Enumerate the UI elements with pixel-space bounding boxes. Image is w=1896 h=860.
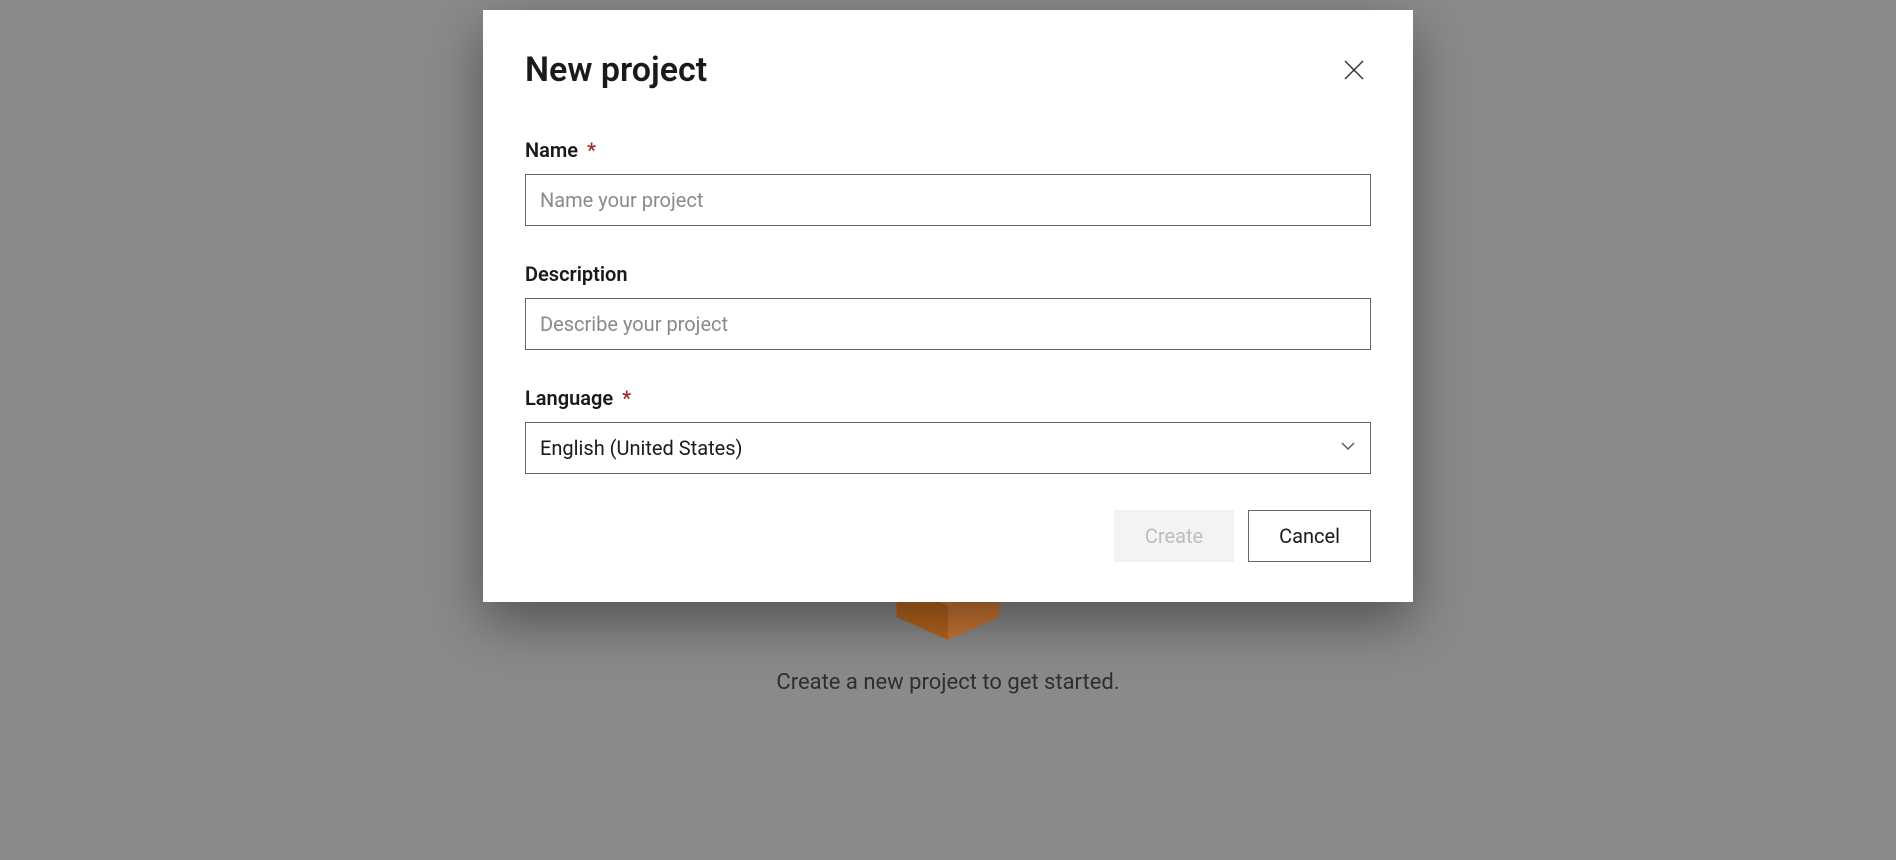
close-icon — [1343, 59, 1365, 81]
description-label: Description — [525, 262, 1371, 286]
language-select[interactable]: English (United States) — [525, 422, 1371, 474]
cancel-button[interactable]: Cancel — [1248, 510, 1371, 562]
name-field: Name * — [525, 138, 1371, 226]
name-label-text: Name — [525, 138, 578, 162]
name-input[interactable] — [525, 174, 1371, 226]
required-marker: * — [622, 386, 631, 410]
dialog-title: New project — [525, 50, 707, 90]
language-label-text: Language — [525, 386, 613, 410]
description-input[interactable] — [525, 298, 1371, 350]
required-marker: * — [587, 138, 596, 162]
dialog-header: New project — [525, 50, 1371, 90]
language-select-wrap: English (United States) — [525, 422, 1371, 474]
close-button[interactable] — [1337, 53, 1371, 87]
create-button[interactable]: Create — [1114, 510, 1234, 562]
language-selected-value: English (United States) — [540, 436, 743, 460]
description-label-text: Description — [525, 262, 628, 286]
name-label: Name * — [525, 138, 1371, 162]
dialog-footer: Create Cancel — [525, 510, 1371, 562]
language-label: Language * — [525, 386, 1371, 410]
language-field: Language * English (United States) — [525, 386, 1371, 474]
empty-state-text: Create a new project to get started. — [776, 670, 1119, 695]
description-field: Description — [525, 262, 1371, 350]
new-project-dialog: New project Name * Description Language … — [483, 10, 1413, 602]
